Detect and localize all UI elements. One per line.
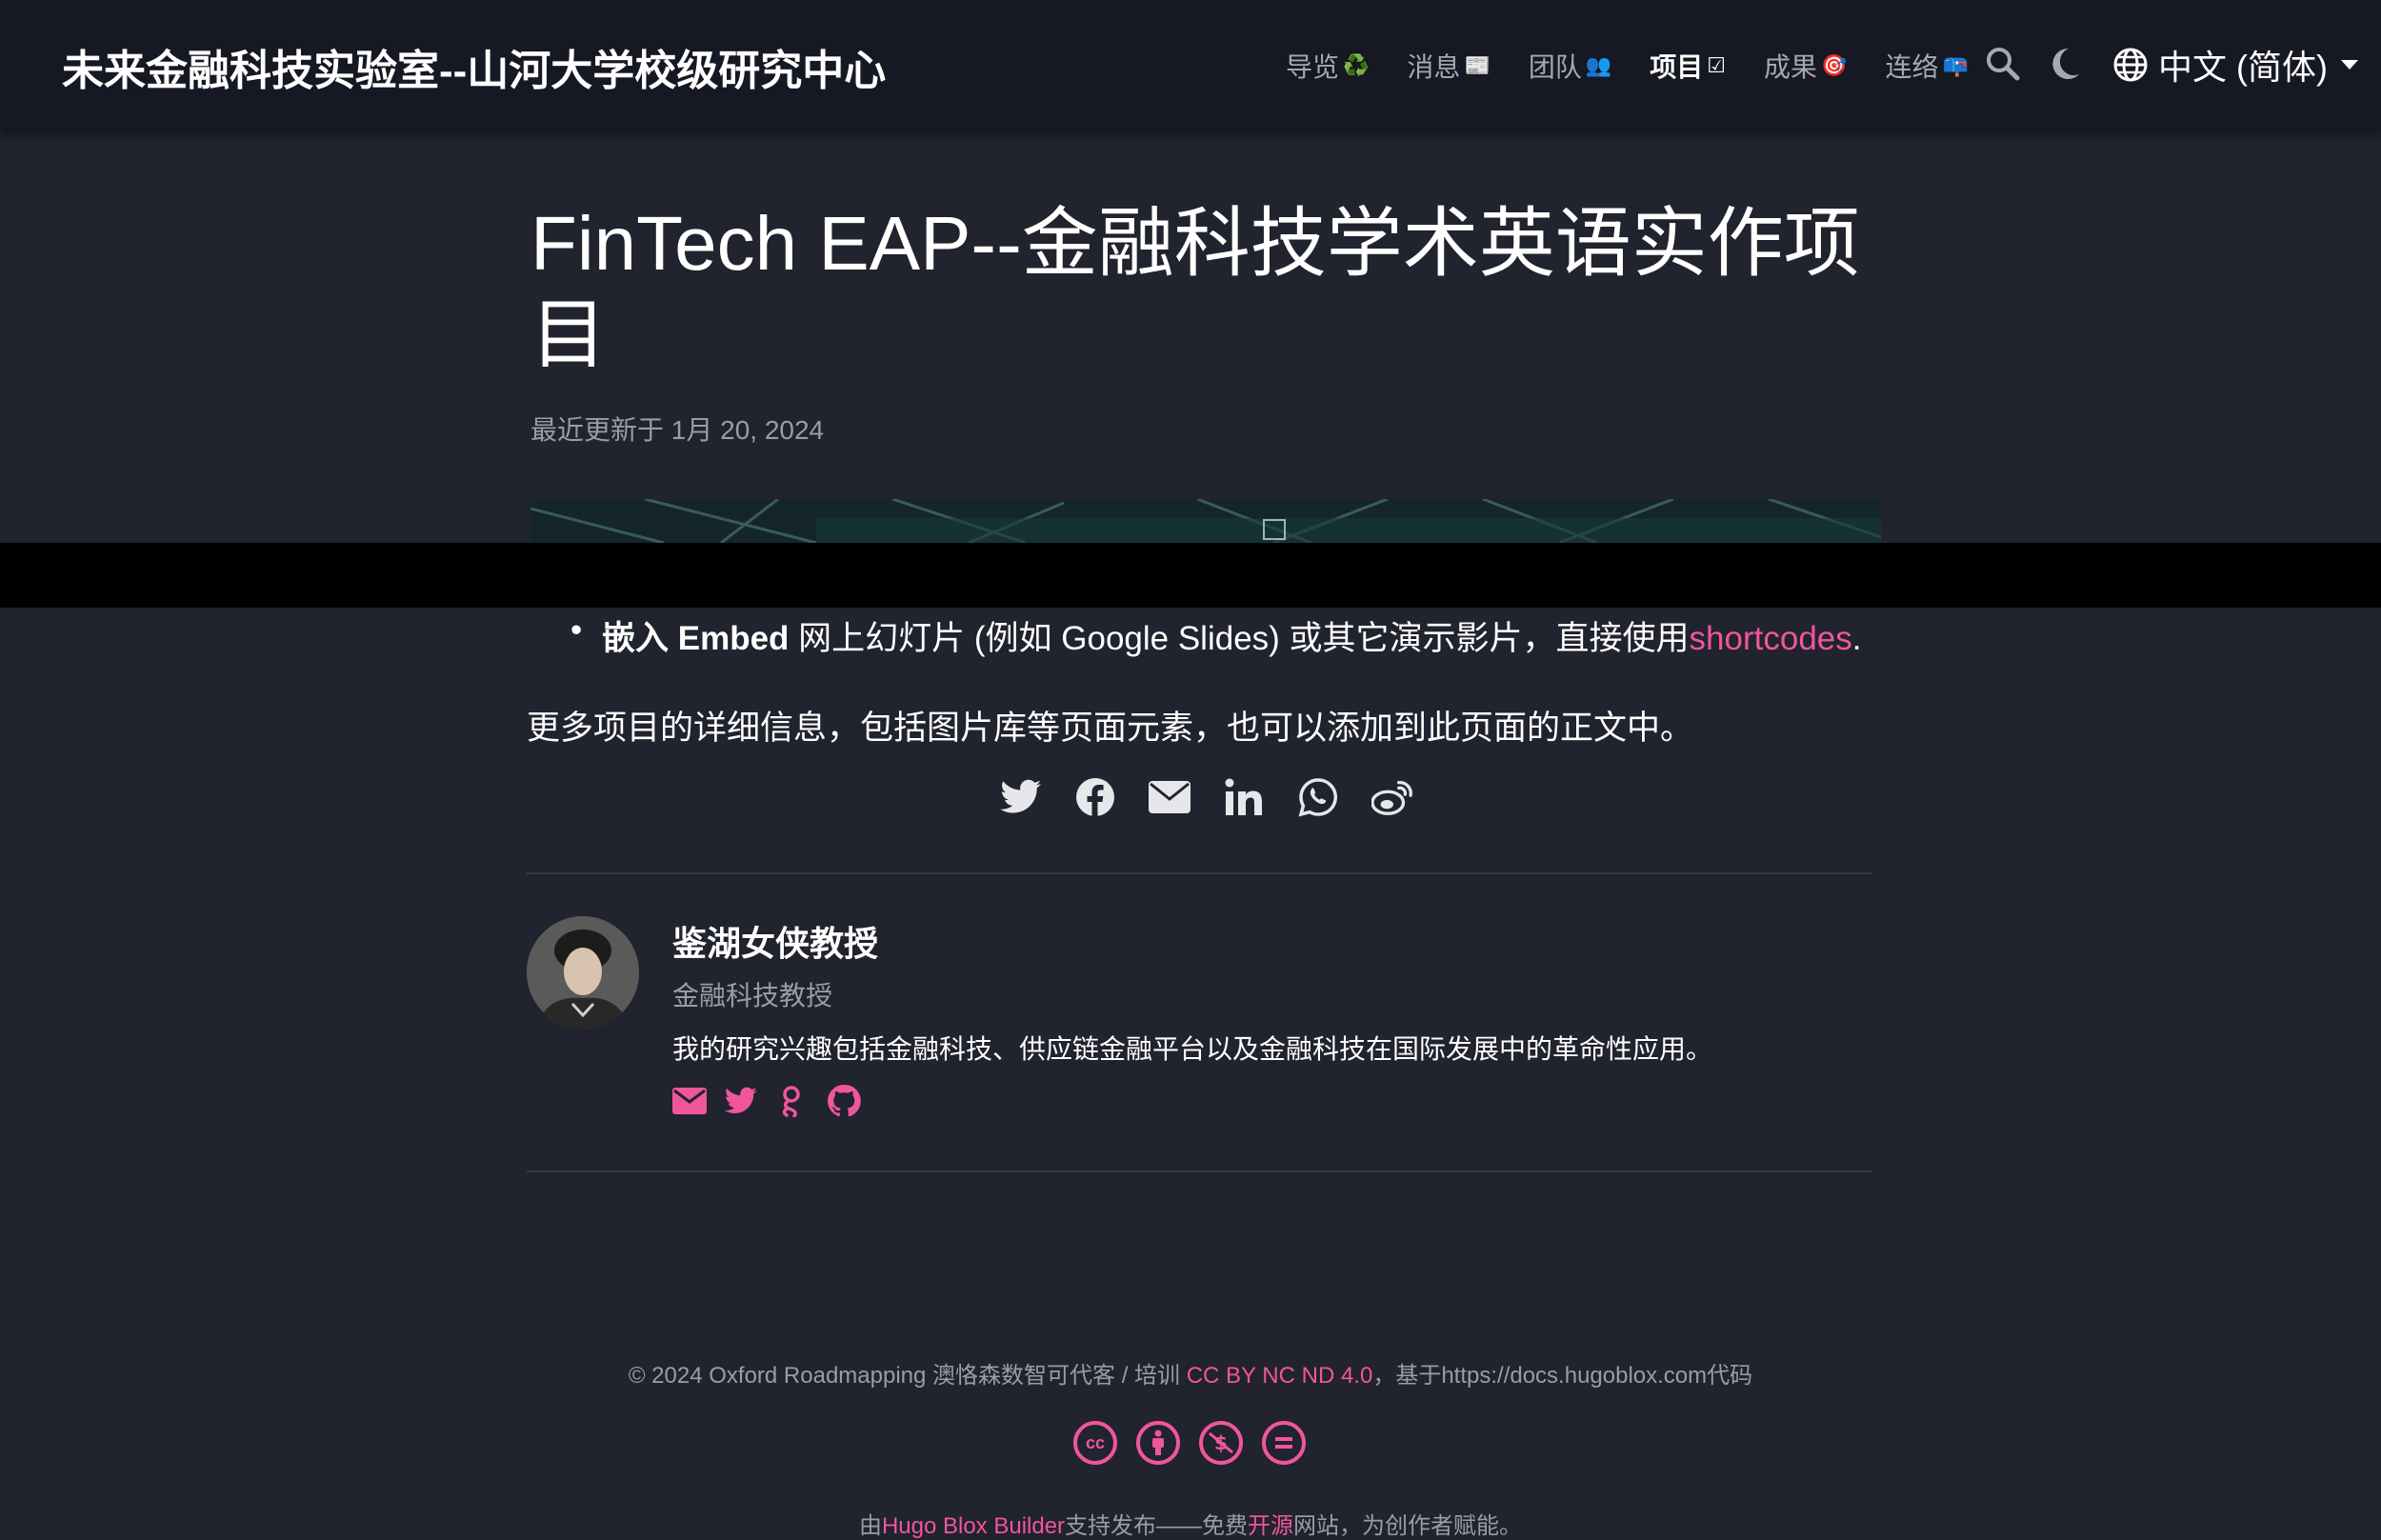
nav-item-news[interactable]: 消息 📰: [1407, 47, 1490, 85]
nav-item-overview[interactable]: 导览 ♻️: [1286, 47, 1369, 85]
github-icon[interactable]: [827, 1084, 861, 1118]
copyright-text: © 2024 Oxford Roadmapping 澳恪森数智可代客 / 培训: [628, 1363, 1187, 1389]
author-name[interactable]: 鉴湖女侠教授: [672, 916, 878, 966]
search-icon[interactable]: [1985, 46, 2021, 87]
open-source-link[interactable]: 开源: [1248, 1513, 1293, 1539]
moon-icon[interactable]: [2050, 46, 2082, 87]
last-updated: 最近更新于 1月 20, 2024: [530, 415, 825, 445]
nav-item-label: 团队: [1528, 52, 1582, 82]
language-selector[interactable]: 中文 (简体): [2112, 40, 2358, 90]
overlay-bar: [0, 543, 2381, 608]
by-icon[interactable]: [1136, 1421, 1180, 1465]
divider: [527, 1170, 1871, 1172]
checkbox-icon: ☑: [1707, 53, 1727, 77]
envelope-icon[interactable]: [672, 1084, 707, 1118]
linkedin-icon[interactable]: [1223, 776, 1265, 818]
navbar: 未来金融科技实验室--山河大学校级研究中心 导览 ♻️ 消息 📰 团队 👥 项目…: [0, 0, 2381, 130]
weibo-icon[interactable]: [1371, 776, 1413, 818]
bullet-text: 网上幻灯片 (例如 Google Slides) 或其它演示影片，直接使用: [789, 620, 1690, 657]
recycle-icon: ♻️: [1343, 53, 1370, 77]
page-title: FinTech EAP--金融科技学术英语实作项目: [530, 201, 1860, 377]
footer-powered: 由Hugo Blox Builder支持发布——免费开源网站，为创作者赋能。: [0, 1507, 2381, 1540]
people-icon: 👥: [1585, 53, 1612, 77]
license-link[interactable]: CC BY NC ND 4.0: [1187, 1363, 1373, 1389]
shortcodes-link[interactable]: shortcodes: [1690, 620, 1852, 657]
nav-item-results[interactable]: 成果 🎯: [1764, 47, 1847, 85]
avatar: [527, 916, 639, 1029]
powered-pre: 由: [858, 1513, 882, 1539]
bullet-bold: 嵌入 Embed: [602, 620, 790, 657]
target-icon: 🎯: [1821, 53, 1848, 77]
powered-tail: 网站，为创作者赋能。: [1293, 1513, 1523, 1539]
share-bar: [1000, 776, 1413, 818]
site-brand[interactable]: 未来金融科技实验室--山河大学校级研究中心: [62, 36, 886, 97]
featured-image: [530, 499, 1881, 543]
copyright-tail: ，基于https://docs.hugoblox.com代码: [1372, 1363, 1753, 1389]
mailbox-icon: 📪: [1942, 53, 1969, 77]
facebook-icon[interactable]: [1074, 776, 1116, 818]
globe-icon: [2112, 47, 2149, 83]
body-paragraph: 更多项目的详细信息，包括图片库等页面元素，也可以添加到此页面的正文中。: [527, 710, 1694, 747]
divider: [527, 872, 1871, 874]
author-bio: 我的研究兴趣包括金融科技、供应链金融平台以及金融科技在国际发展中的革命性应用。: [672, 1034, 1713, 1064]
nav-item-team[interactable]: 团队 👥: [1529, 47, 1611, 85]
twitter-icon[interactable]: [724, 1084, 758, 1118]
newspaper-icon: 📰: [1464, 53, 1491, 77]
nc-icon[interactable]: $: [1199, 1421, 1243, 1465]
nd-icon[interactable]: [1262, 1421, 1306, 1465]
nav-item-contact[interactable]: 连络 📪: [1885, 47, 1968, 85]
nav-item-label: 项目: [1650, 52, 1704, 82]
nav-item-projects[interactable]: 项目 ☑: [1650, 47, 1726, 85]
google-scholar-icon[interactable]: [775, 1084, 810, 1118]
twitter-icon[interactable]: [1000, 776, 1042, 818]
envelope-icon[interactable]: [1149, 776, 1190, 818]
powered-mid: 支持发布——免费: [1065, 1513, 1249, 1539]
whatsapp-icon[interactable]: [1297, 776, 1339, 818]
nav-menu: 导览 ♻️ 消息 📰 团队 👥 项目 ☑ 成果 🎯 连络 📪: [1286, 42, 2007, 90]
chevron-down-icon: [2340, 60, 2358, 70]
footer-copyright: © 2024 Oxford Roadmapping 澳恪森数智可代客 / 培训 …: [0, 1356, 2381, 1390]
nav-item-label: 成果: [1764, 52, 1818, 82]
language-label: 中文 (简体): [2158, 48, 2328, 87]
bullet-end: .: [1851, 620, 1862, 657]
nav-item-label: 导览: [1286, 52, 1340, 82]
list-item: 嵌入 Embed 网上幻灯片 (例如 Google Slides) 或其它演示影…: [570, 611, 1862, 660]
hugo-blox-link[interactable]: Hugo Blox Builder: [882, 1513, 1065, 1539]
author-role: 金融科技教授: [672, 981, 833, 1010]
nav-item-label: 消息: [1407, 52, 1461, 82]
nav-item-label: 连络: [1885, 52, 1939, 82]
license-icons: cc $: [1073, 1421, 1306, 1465]
author-links: [672, 1084, 861, 1118]
cc-icon[interactable]: cc: [1073, 1421, 1117, 1465]
